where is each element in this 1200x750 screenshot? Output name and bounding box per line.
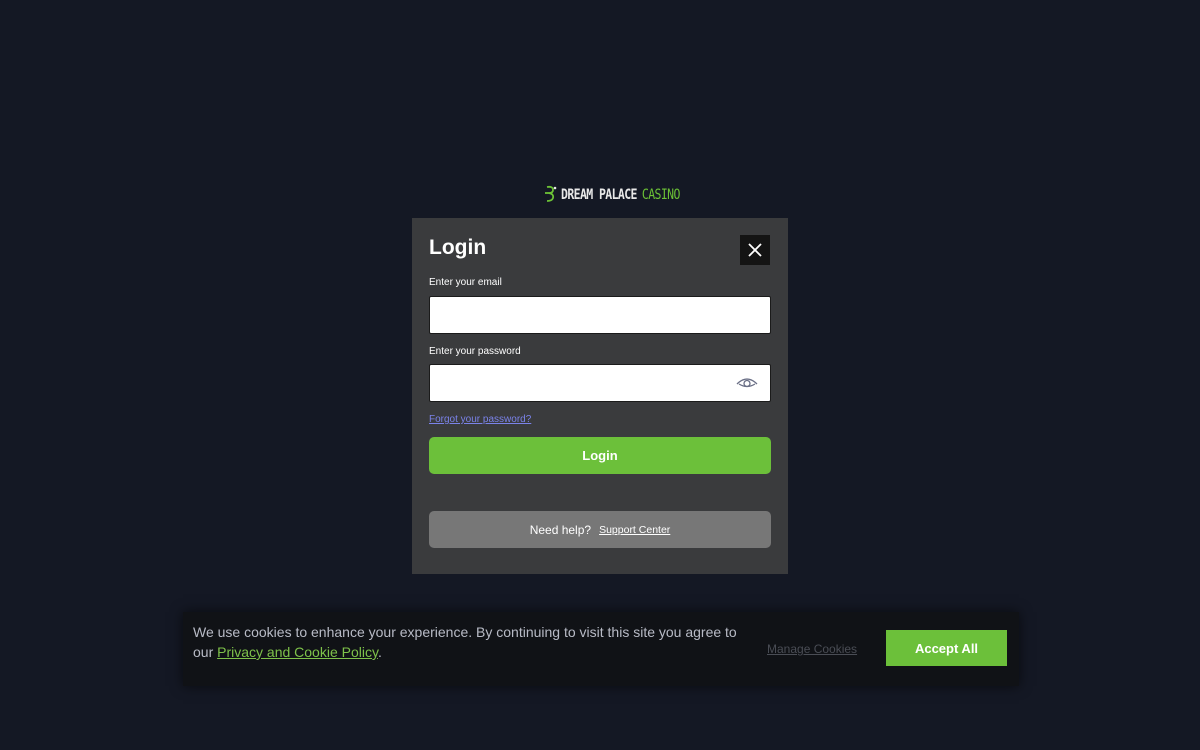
help-text: Need help? [529,522,592,537]
email-label: Enter your email [429,277,502,288]
modal-title: Login [429,236,487,259]
cookie-banner: We use cookies to enhance your experienc… [183,612,1019,686]
close-icon [748,243,762,257]
logo-text-main: DREAM PALACE [561,185,637,203]
password-input[interactable] [429,364,771,402]
support-center-link[interactable]: Support Center [599,524,670,536]
email-input[interactable] [429,296,771,334]
cookie-message: We use cookies to enhance your experienc… [193,622,753,662]
help-box: Need help? Support Center [429,511,771,548]
accept-all-button[interactable]: Accept All [886,630,1007,666]
login-modal: Login Enter your email Enter your passwo… [412,218,788,574]
show-password-button[interactable] [734,375,760,391]
login-button[interactable]: Login [429,437,771,474]
page: DREAM PALACE CASINO Login Enter your ema… [0,0,1200,750]
eye-icon [736,378,758,388]
password-label: Enter your password [429,346,521,357]
dream-palace-logo-icon [545,185,557,202]
forgot-password-link[interactable]: Forgot your password? [429,414,531,425]
brand-logo[interactable]: DREAM PALACE CASINO [544,184,680,204]
cookie-message-suffix: . [377,644,382,660]
manage-cookies-link[interactable]: Manage Cookies [767,642,857,656]
privacy-policy-link[interactable]: Privacy and Cookie Policy [217,644,378,660]
logo-text-accent: CASINO [641,185,681,203]
close-button[interactable] [740,235,770,265]
